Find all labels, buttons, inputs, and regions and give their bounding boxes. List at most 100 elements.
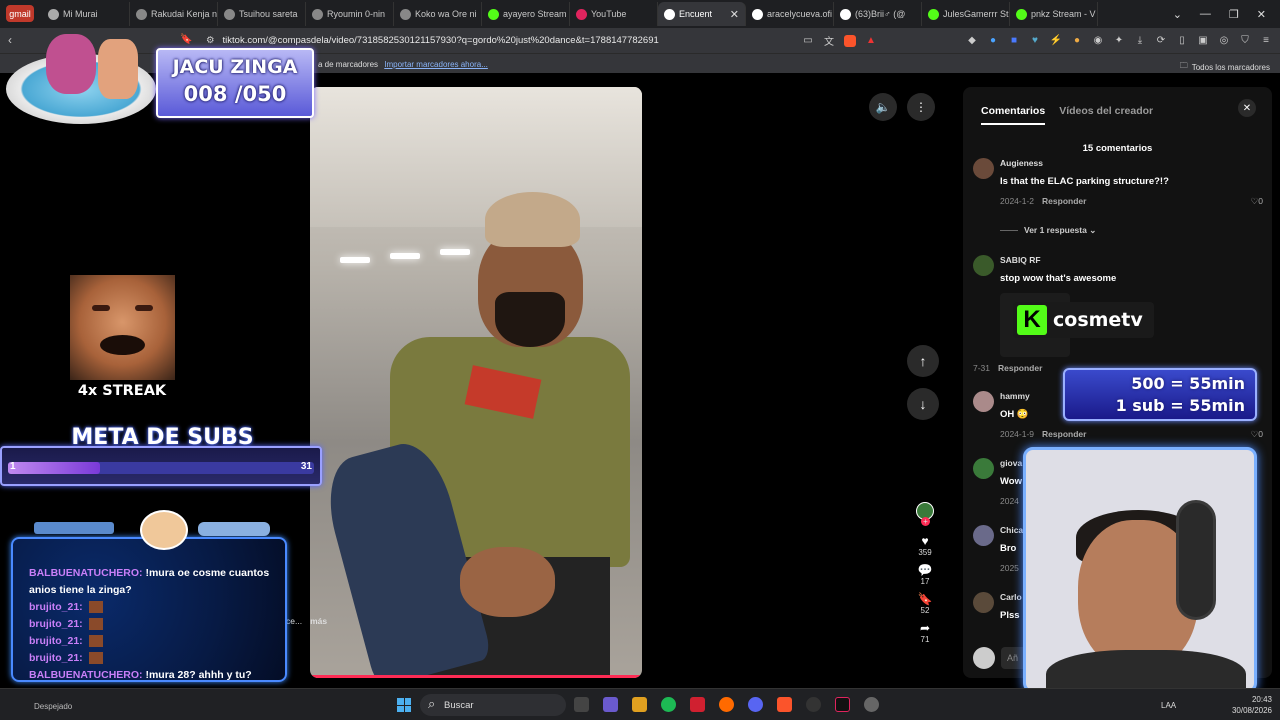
comment-date: 2024-1-2: [1000, 196, 1035, 206]
more-options-button[interactable]: ⋮: [907, 93, 935, 121]
app-icon[interactable]: [603, 697, 618, 712]
wallet-icon[interactable]: ▣: [1197, 35, 1209, 47]
browser-tab[interactable]: YouTube: [570, 2, 658, 26]
reply-button[interactable]: Responder: [998, 363, 1042, 373]
language-indicator[interactable]: LAA: [1161, 701, 1176, 710]
next-video-button[interactable]: ↓: [907, 388, 939, 420]
caption-more-link[interactable]: más: [310, 616, 327, 626]
taskbar-search[interactable]: Buscar: [420, 694, 566, 716]
translate-icon[interactable]: 文: [823, 35, 835, 48]
obs-icon[interactable]: [806, 697, 821, 712]
comment-icon[interactable]: 💬: [918, 563, 933, 577]
browser-tab[interactable]: Tsuihou sareta: [218, 2, 306, 26]
gmail-bookmark[interactable]: gmail: [6, 5, 34, 22]
comment-like[interactable]: ♡0: [1251, 429, 1263, 440]
menu-icon[interactable]: ≡: [1260, 35, 1272, 47]
browser-tab[interactable]: Rakudai Kenja n: [130, 2, 218, 26]
extension-7-icon[interactable]: ◉: [1092, 35, 1104, 47]
avatar[interactable]: [973, 391, 994, 412]
volume-button[interactable]: 🔈: [869, 93, 897, 121]
comment-user[interactable]: Augieness: [1000, 158, 1043, 168]
close-panel-button[interactable]: ✕: [1238, 99, 1256, 117]
tab-creator-videos[interactable]: Vídeos del creador: [1059, 105, 1153, 125]
browser-tab[interactable]: Encuent ✕: [658, 2, 746, 26]
sidebar-icon[interactable]: ▯: [1176, 35, 1188, 47]
maximize-icon[interactable]: ❐: [1229, 8, 1239, 21]
clock[interactable]: 20:43 30/08/2026: [1232, 694, 1272, 716]
video-player[interactable]: [310, 87, 642, 678]
browser-tab[interactable]: JulesGamerrr St: [922, 2, 1010, 26]
tab-search-icon[interactable]: ⌄: [1173, 8, 1182, 21]
file-explorer-icon[interactable]: [632, 697, 647, 712]
all-bookmarks-label: Todos los marcadores: [1191, 62, 1270, 72]
extension-4-icon[interactable]: ♥: [1029, 35, 1041, 47]
history-icon[interactable]: ⟳: [1155, 35, 1167, 47]
windows-start-icon[interactable]: [397, 698, 411, 712]
brave-shield-icon[interactable]: [844, 34, 856, 47]
close-tab-icon[interactable]: ✕: [730, 8, 739, 21]
firefox-icon[interactable]: [719, 697, 734, 712]
minimize-icon[interactable]: —: [1200, 8, 1211, 20]
comment-user[interactable]: giova: [1000, 458, 1022, 468]
comment-user[interactable]: Chica: [1000, 525, 1023, 535]
save-icon[interactable]: 🔖: [918, 592, 933, 606]
tab-favicon-icon: [136, 8, 147, 20]
reply-button[interactable]: Responder: [1042, 196, 1086, 206]
task-view-icon[interactable]: [574, 697, 589, 712]
avatar[interactable]: [973, 592, 994, 613]
rewards-icon[interactable]: ▲: [865, 35, 877, 47]
weather-label[interactable]: Despejado: [34, 702, 72, 711]
avatar[interactable]: [973, 255, 994, 276]
tiktok-icon[interactable]: [835, 697, 850, 712]
browser-tab[interactable]: pnkz Stream - V: [1010, 2, 1098, 26]
taskbar-apps: [574, 697, 879, 712]
extension-6-icon[interactable]: ●: [1071, 35, 1083, 47]
comment-user[interactable]: Carlo: [1000, 592, 1022, 602]
all-bookmarks[interactable]: 🗀 Todos los marcadores: [1180, 60, 1270, 74]
close-window-icon[interactable]: ✕: [1257, 8, 1266, 21]
comment-user[interactable]: SABIQ RF: [1000, 255, 1041, 265]
browser-tab[interactable]: (63)Brii♂ (@: [834, 2, 922, 26]
folder-icon: 🗀: [1179, 61, 1188, 70]
avatar[interactable]: [973, 458, 994, 479]
settings-icon[interactable]: [864, 697, 879, 712]
word-icon[interactable]: [690, 697, 705, 712]
chat-username[interactable]: BALBUENATUCHERO:: [29, 669, 143, 681]
avatar[interactable]: [973, 158, 994, 179]
download-icon[interactable]: ⤓: [1134, 35, 1146, 47]
browser-tab[interactable]: Koko wa Ore ni: [394, 2, 482, 26]
extension-1-icon[interactable]: ◆: [966, 35, 978, 47]
chat-username[interactable]: brujito_21:: [29, 652, 83, 664]
share-icon[interactable]: ➦: [918, 621, 932, 635]
discord-icon[interactable]: [748, 697, 763, 712]
extensions-icon[interactable]: ✦: [1113, 35, 1125, 47]
brave-icon[interactable]: [777, 697, 792, 712]
reply-button[interactable]: Responder: [1042, 429, 1086, 439]
chat-username[interactable]: brujito_21:: [29, 601, 83, 613]
tab-comments[interactable]: Comentarios: [981, 105, 1046, 125]
tab-favicon-icon: [224, 8, 235, 20]
vpn-icon[interactable]: ◎: [1218, 35, 1230, 47]
spotify-icon[interactable]: [661, 697, 676, 712]
browser-tab[interactable]: ayayero Stream: [482, 2, 570, 26]
extension-2-icon[interactable]: ●: [987, 35, 999, 47]
previous-video-button[interactable]: ↑: [907, 345, 939, 377]
cast-icon[interactable]: ▭: [802, 35, 814, 47]
comment-like[interactable]: ♡0: [1251, 196, 1263, 207]
chat-username[interactable]: BALBUENATUCHERO:: [29, 567, 143, 579]
chat-username[interactable]: brujito_21:: [29, 618, 83, 630]
extension-3-icon[interactable]: ■: [1008, 35, 1020, 47]
import-bookmarks-link[interactable]: Importar marcadores ahora...: [384, 60, 488, 69]
video-progress-bar[interactable]: [310, 675, 642, 678]
shield-icon[interactable]: ⛉: [1239, 35, 1251, 47]
browser-tab[interactable]: Ryoumin 0-nin: [306, 2, 394, 26]
heart-icon[interactable]: ♥: [918, 534, 932, 548]
browser-tab[interactable]: aracelycueva.ofi: [746, 2, 834, 26]
view-replies-button[interactable]: Ver 1 respuesta ⌄: [1000, 225, 1096, 236]
chat-username[interactable]: brujito_21:: [29, 635, 83, 647]
extension-5-icon[interactable]: ⚡: [1050, 35, 1062, 47]
avatar[interactable]: [973, 525, 994, 546]
comment-user[interactable]: hammy: [1000, 391, 1030, 401]
browser-tab[interactable]: Mi Murai: [42, 2, 130, 26]
creator-avatar[interactable]: [916, 502, 934, 526]
